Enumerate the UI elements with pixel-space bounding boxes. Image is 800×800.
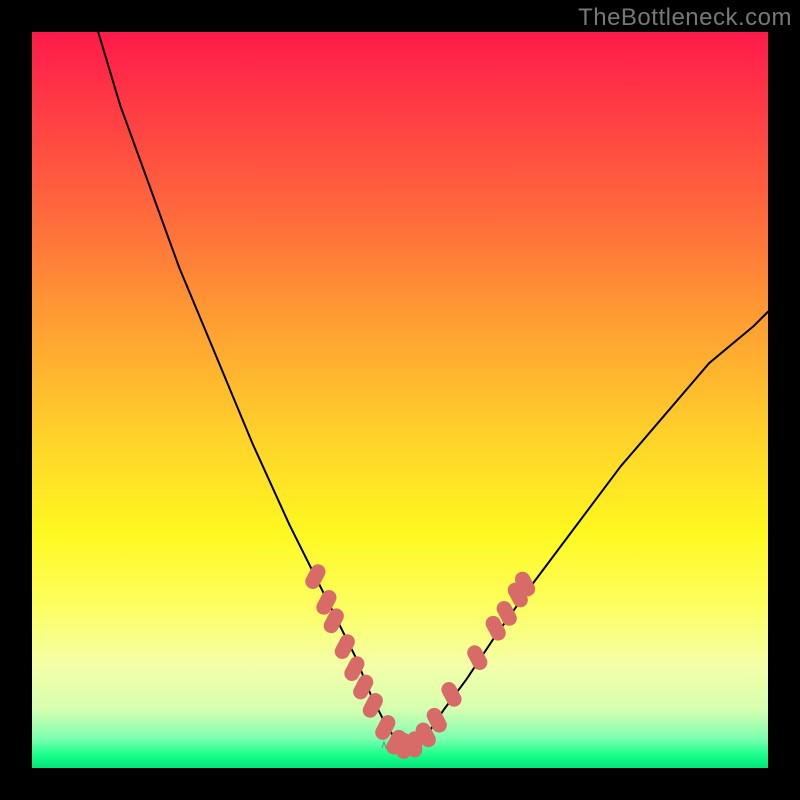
chart-frame: TheBottleneck.com: [0, 0, 800, 800]
bead-marker: [439, 679, 464, 709]
marker-beads: [303, 562, 538, 759]
curve-layer: [32, 32, 768, 768]
v-curve: [98, 32, 768, 746]
plot-area: [32, 32, 768, 768]
watermark-text: TheBottleneck.com: [578, 4, 792, 32]
bead-marker: [465, 643, 490, 673]
bead-marker: [303, 562, 328, 592]
